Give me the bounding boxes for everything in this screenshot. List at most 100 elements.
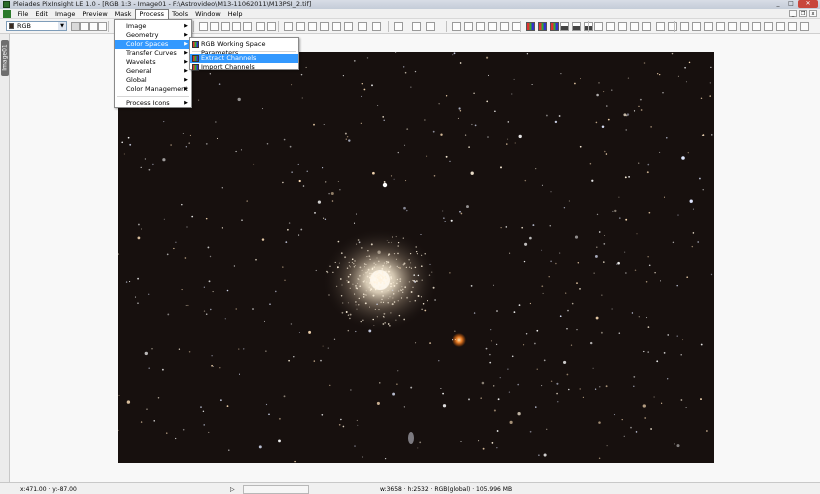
toolbar-button-icon[interactable] <box>728 22 737 31</box>
maximize-icon[interactable]: □ <box>785 0 797 8</box>
toolbar-button-icon[interactable] <box>788 22 797 31</box>
star <box>605 385 608 388</box>
toolbar-button-icon[interactable] <box>476 22 485 31</box>
toolbar-button-icon[interactable] <box>488 22 497 31</box>
toolbar-button-icon[interactable] <box>500 22 509 31</box>
cluster-star <box>349 313 352 316</box>
toolbar-button-icon[interactable] <box>394 22 403 31</box>
star <box>653 396 655 398</box>
toolbar-button-icon[interactable] <box>606 22 615 31</box>
star <box>152 163 154 166</box>
toolbar-button-icon[interactable] <box>668 22 677 31</box>
toolbar-button-icon[interactable] <box>550 22 559 31</box>
mdi-close-icon[interactable]: x <box>809 10 817 17</box>
toolbar-button-icon[interactable] <box>560 22 569 31</box>
close-icon[interactable]: ✕ <box>798 0 818 8</box>
star <box>521 226 524 229</box>
menu-item-process-icons[interactable]: Process Icons ▶ <box>115 99 191 108</box>
toolbar-button-icon[interactable] <box>332 22 341 31</box>
toolbar-button-icon[interactable] <box>221 22 230 31</box>
tab-image01[interactable]: Image01 <box>1 40 9 76</box>
star <box>659 151 661 153</box>
menu-mask[interactable]: Mask <box>111 9 135 19</box>
toolbar-button-icon[interactable] <box>358 22 367 31</box>
star <box>638 162 640 164</box>
cluster-star <box>417 295 420 297</box>
star <box>710 66 712 68</box>
menu-item-color-spaces[interactable]: Color Spaces ▶ <box>115 40 191 49</box>
toolbar-button-icon[interactable] <box>704 22 713 31</box>
toolbar-button-icon[interactable] <box>452 22 461 31</box>
chevron-down-icon[interactable]: ▼ <box>58 22 66 30</box>
toolbar-button-icon[interactable] <box>526 22 535 31</box>
menu-help[interactable]: Help <box>224 9 246 19</box>
menu-item-geometry[interactable]: Geometry ▶ <box>115 31 191 40</box>
toolbar-button-icon[interactable] <box>372 22 381 31</box>
document-icon[interactable] <box>3 10 11 18</box>
color-space-combo[interactable]: RGB ▼ <box>6 21 67 31</box>
mdi-minimize-icon[interactable]: _ <box>789 10 797 17</box>
menu-tools[interactable]: Tools <box>169 9 192 19</box>
toolbar-button-icon[interactable] <box>344 22 353 31</box>
toolbar-button-icon[interactable] <box>630 22 639 31</box>
toolbar-button-icon[interactable] <box>656 22 665 31</box>
toolbar-button-icon[interactable] <box>71 22 80 31</box>
star <box>454 330 456 332</box>
mdi-restore-icon[interactable]: ❐ <box>799 10 807 17</box>
menu-window[interactable]: Window <box>192 9 225 19</box>
toolbar-button-icon[interactable] <box>199 22 208 31</box>
menu-item-wavelets[interactable]: Wavelets ▶ <box>115 58 191 67</box>
menu-preview[interactable]: Preview <box>79 9 111 19</box>
menu-item-global[interactable]: Global ▶ <box>115 76 191 85</box>
play-icon[interactable]: ▷ <box>230 486 235 493</box>
toolbar-button-icon[interactable] <box>232 22 241 31</box>
cluster-star <box>368 255 371 257</box>
toolbar-button-icon[interactable] <box>692 22 701 31</box>
star <box>406 128 409 130</box>
menu-item-image[interactable]: Image ▶ <box>115 22 191 31</box>
menu-image[interactable]: Image <box>51 9 78 19</box>
image-view[interactable] <box>118 52 714 463</box>
toolbar-button-icon[interactable] <box>308 22 317 31</box>
toolbar-button-icon[interactable] <box>210 22 219 31</box>
toolbar-button-icon[interactable] <box>320 22 329 31</box>
toolbar-button-icon[interactable] <box>642 22 651 31</box>
toolbar-button-icon[interactable] <box>296 22 305 31</box>
toolbar-button-icon[interactable] <box>618 22 627 31</box>
toolbar-button-icon[interactable] <box>716 22 725 31</box>
menu-file[interactable]: File <box>14 9 32 19</box>
minimize-icon[interactable]: _ <box>772 0 784 8</box>
toolbar-button-icon[interactable] <box>752 22 761 31</box>
toolbar-button-icon[interactable] <box>412 22 421 31</box>
menu-item-extract-channels[interactable]: Extract Channels <box>190 54 298 63</box>
toolbar-button-icon[interactable] <box>764 22 773 31</box>
toolbar-button-icon[interactable] <box>426 22 435 31</box>
toolbar-button-icon[interactable] <box>594 22 603 31</box>
toolbar-button-icon[interactable] <box>89 22 98 31</box>
toolbar-button-icon[interactable] <box>800 22 809 31</box>
cluster-star <box>408 281 410 283</box>
toolbar-button-icon[interactable] <box>680 22 689 31</box>
toolbar-button-icon[interactable] <box>572 22 581 31</box>
menu-edit[interactable]: Edit <box>32 9 52 19</box>
menu-item-import-channels[interactable]: Import Channels <box>190 63 298 72</box>
star <box>410 86 412 88</box>
toolbar-button-icon[interactable] <box>243 22 252 31</box>
cluster-star <box>380 286 382 288</box>
toolbar-button-icon[interactable] <box>256 22 265 31</box>
menu-process[interactable]: Process <box>134 9 169 19</box>
toolbar-button-icon[interactable] <box>538 22 547 31</box>
toolbar-button-icon[interactable] <box>740 22 749 31</box>
menu-item-color-management[interactable]: Color Management ▶ <box>115 85 191 94</box>
menu-item-general[interactable]: General ▶ <box>115 67 191 76</box>
toolbar-button-icon[interactable] <box>284 22 293 31</box>
toolbar-button-icon[interactable] <box>98 22 107 31</box>
menu-item-rgb-working-space[interactable]: RGB Working Space Parameters <box>190 40 298 57</box>
star <box>140 166 142 169</box>
menu-item-transfer-curves[interactable]: Transfer Curves ▶ <box>115 49 191 58</box>
toolbar-button-icon[interactable] <box>267 22 276 31</box>
toolbar-button-icon[interactable] <box>776 22 785 31</box>
toolbar-button-icon[interactable] <box>80 22 89 31</box>
star <box>219 367 221 369</box>
toolbar-button-icon[interactable] <box>464 22 473 31</box>
